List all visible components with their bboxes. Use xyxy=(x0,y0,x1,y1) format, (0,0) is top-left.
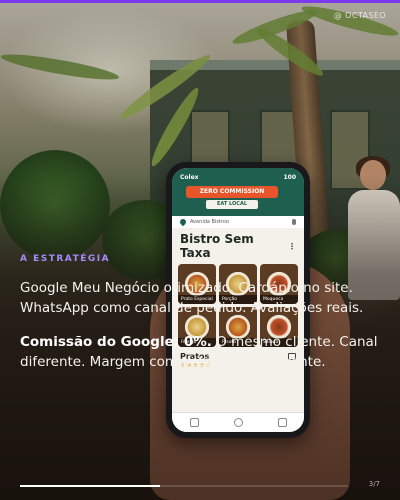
address-bar[interactable]: Avenida Bistroo xyxy=(172,216,304,228)
carousel-slide: Colex 100 ZERO COMMISSION EAT LOCAL Aven… xyxy=(0,0,400,500)
more-icon[interactable]: ⋮ xyxy=(288,242,296,251)
mic-icon[interactable] xyxy=(292,219,296,225)
commission-highlight: Comissão do Google: 0%. xyxy=(20,334,212,350)
orders-icon[interactable] xyxy=(277,418,287,427)
status-time: Colex xyxy=(180,173,199,181)
phone-bottom-nav xyxy=(172,412,304,432)
commission-paragraph: Comissão do Google: 0%. O mesmo cliente.… xyxy=(20,332,380,372)
brand-handle-text: OCTASEO xyxy=(345,11,386,20)
slide-content: A ESTRATÉGIA Google Meu Negócio otimizad… xyxy=(20,254,380,372)
search-icon[interactable] xyxy=(233,418,243,427)
at-icon: @ xyxy=(333,11,343,20)
page-indicator: 3/7 xyxy=(368,480,380,488)
phone-status-bar: Colex 100 xyxy=(172,168,304,186)
section-eyebrow: A ESTRATÉGIA xyxy=(20,254,111,264)
address-text: Avenida Bistroo xyxy=(190,219,229,225)
location-pin-icon xyxy=(178,217,188,227)
top-accent-stripe xyxy=(0,0,400,3)
strategy-paragraph: Google Meu Negócio otimizado. Cardápio n… xyxy=(20,280,364,316)
eat-local-label: EAT LOCAL xyxy=(206,200,258,209)
status-battery: 100 xyxy=(283,173,296,181)
carousel-progress-track xyxy=(20,485,348,487)
brand-handle: @ OCTASEO xyxy=(334,11,386,20)
home-icon[interactable] xyxy=(189,418,199,427)
app-header: ZERO COMMISSION EAT LOCAL xyxy=(172,186,304,216)
carousel-progress-fill xyxy=(20,485,161,487)
zero-commission-banner: ZERO COMMISSION xyxy=(186,186,278,198)
